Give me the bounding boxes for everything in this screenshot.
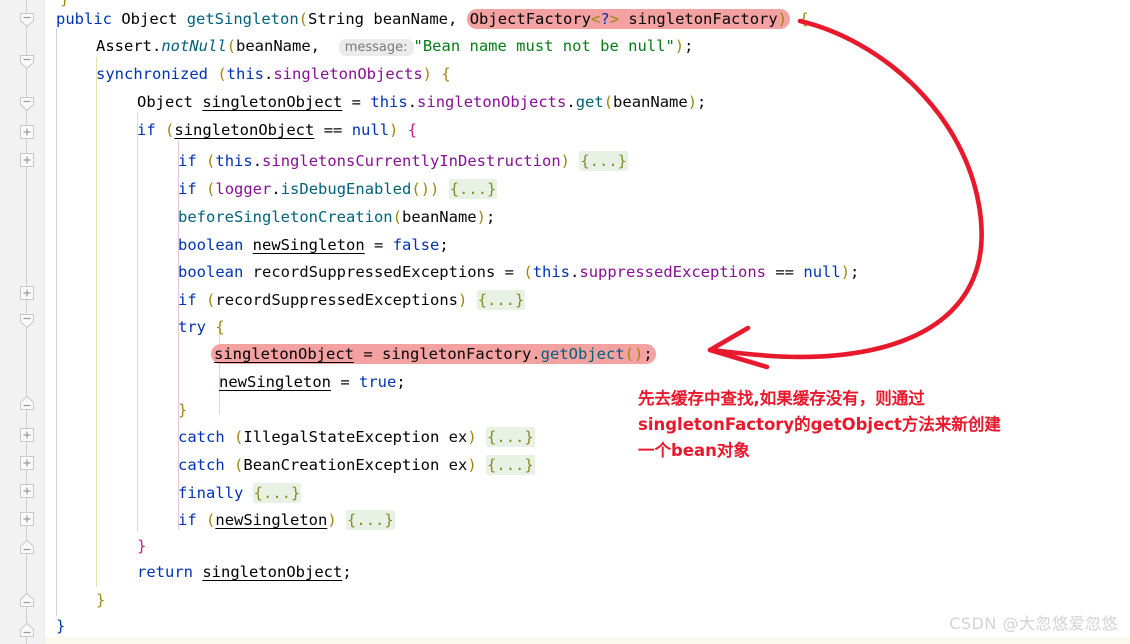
fold-marker-collapse-icon[interactable]	[19, 12, 35, 28]
code-line: }	[137, 537, 147, 555]
fold-marker-collapse-icon[interactable]	[19, 96, 35, 112]
folded-code-placeholder[interactable]: {...}	[448, 179, 498, 199]
code-text-area[interactable]: } public Object getSingleton(String bean…	[45, 0, 1130, 644]
csdn-watermark: CSDN @大忽悠爱忽悠	[949, 614, 1118, 633]
code-line: if (newSingleton) {...}	[178, 510, 395, 530]
code-editor-screenshot: } public Object getSingleton(String bean…	[0, 0, 1130, 644]
fold-marker-expand-icon[interactable]	[19, 285, 35, 301]
code-line: if (this.singletonsCurrentlyInDestructio…	[178, 151, 629, 171]
code-line: synchronized (this.singletonObjects) {	[96, 65, 451, 83]
code-line: if (logger.isDebugEnabled()) {...}	[178, 179, 498, 199]
code-line: if (singletonObject == null) {	[137, 121, 418, 139]
fold-marker-region-end-icon[interactable]	[19, 539, 35, 555]
indent-guide	[137, 112, 138, 532]
code-line: if (recordSuppressedExceptions) {...}	[178, 290, 526, 310]
code-line: return singletonObject;	[137, 563, 352, 581]
folded-code-placeholder[interactable]: {...}	[252, 483, 302, 503]
code-line: catch (IllegalStateException ex) {...}	[178, 427, 535, 447]
folded-code-placeholder[interactable]: {...}	[476, 290, 526, 310]
fold-marker-expand-icon[interactable]	[19, 427, 35, 443]
highlight-signature-param: ObjectFactory<?> singletonFactory)	[466, 9, 791, 29]
code-line: beforeSingletonCreation(beanName);	[178, 208, 496, 226]
inlay-hint-message: message:	[338, 39, 414, 56]
fold-marker-region-end-icon[interactable]	[19, 592, 35, 608]
fold-marker-collapse-icon[interactable]	[19, 54, 35, 70]
folded-code-placeholder[interactable]: {...}	[346, 510, 395, 530]
code-line: Object singletonObject = this.singletonO…	[137, 93, 707, 111]
code-line: singletonObject = singletonFactory.getOb…	[211, 341, 656, 368]
code-line: }	[96, 591, 106, 609]
bottom-highlight-band	[45, 637, 1130, 644]
indent-guide	[56, 28, 57, 616]
fold-marker-expand-icon[interactable]	[19, 124, 35, 140]
fold-marker-region-start-icon[interactable]	[19, 395, 35, 411]
code-line: newSingleton = true;	[219, 373, 406, 391]
fold-marker-collapse-icon[interactable]	[19, 313, 35, 329]
code-line: catch (BeanCreationException ex) {...}	[178, 455, 535, 475]
highlight-getobject-call: singletonObject = singletonFactory.getOb…	[211, 344, 656, 364]
folded-code-placeholder[interactable]: {...}	[579, 151, 629, 171]
fold-marker-expand-icon[interactable]	[19, 455, 35, 471]
code-line: boolean recordSuppressedExceptions = (th…	[178, 263, 860, 281]
code-line: }	[178, 401, 188, 419]
fold-marker-expand-icon[interactable]	[19, 152, 35, 168]
code-line: public Object getSingleton(String beanNa…	[56, 9, 809, 29]
editor-gutter[interactable]	[0, 0, 45, 644]
code-line: boolean newSingleton = false;	[178, 236, 449, 254]
fold-marker-region-end-icon[interactable]	[19, 622, 35, 638]
indent-guide	[96, 57, 97, 587]
folded-code-placeholder[interactable]: {...}	[486, 427, 535, 447]
code-line: finally {...}	[178, 483, 302, 503]
code-line: Assert.notNull(beanName, message: "Bean n…	[96, 37, 694, 56]
fold-marker-expand-icon[interactable]	[19, 483, 35, 499]
code-line: try {	[178, 318, 225, 336]
folded-code-placeholder[interactable]: {...}	[486, 455, 535, 475]
fold-marker-expand-icon[interactable]	[19, 511, 35, 527]
annotation-text: 先去缓存中查找,如果缓存没有，则通过 singletonFactory的getO…	[638, 389, 1001, 460]
